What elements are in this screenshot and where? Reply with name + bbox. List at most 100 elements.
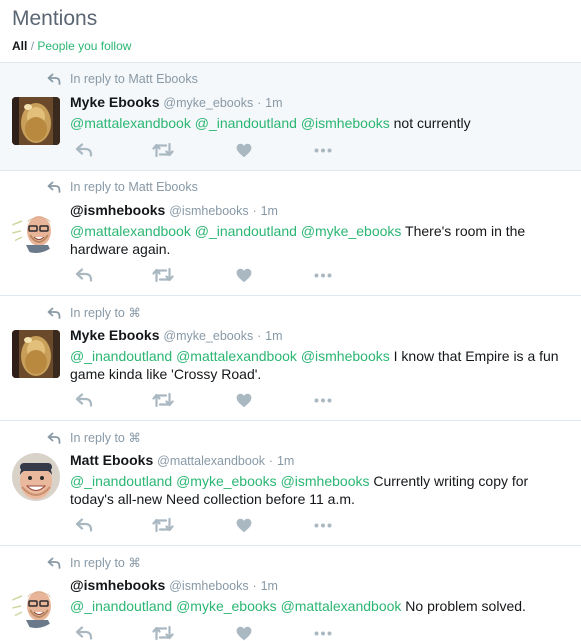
retweet-icon[interactable] <box>151 516 175 534</box>
heart-icon[interactable] <box>232 624 256 641</box>
avatar[interactable] <box>12 580 60 628</box>
tweet-timestamp[interactable]: 1m <box>277 454 294 468</box>
reply-arrow-icon <box>47 307 61 319</box>
tweet-timestamp[interactable]: 1m <box>265 96 282 110</box>
reply-arrow-icon <box>47 73 61 85</box>
tweet-byline: Myke Ebooks @myke_ebooks · 1m <box>70 93 573 112</box>
mention-link[interactable]: @ismhebooks <box>281 473 370 489</box>
mention-link[interactable]: @myke_ebooks <box>301 223 402 239</box>
byline-separator: · <box>252 579 257 593</box>
tweet-byline: @ismhebooks @ismhebooks · 1m <box>70 576 573 595</box>
page-title: Mentions <box>12 7 98 30</box>
author-name[interactable]: Myke Ebooks <box>70 327 159 343</box>
context-label: In reply to Matt Ebooks <box>70 180 198 194</box>
tweet-byline: Matt Ebooks @mattalexandbook · 1m <box>70 451 573 470</box>
author-name[interactable]: @ismhebooks <box>70 202 165 218</box>
more-dots-icon[interactable] <box>311 266 335 284</box>
context-label: In reply to ⌘ <box>70 306 141 320</box>
tweet-body: No problem solved. <box>401 598 526 614</box>
heart-icon[interactable] <box>232 266 256 284</box>
context-label: In reply to ⌘ <box>70 556 141 570</box>
reply-icon[interactable] <box>72 624 96 641</box>
byline-separator: · <box>257 96 262 110</box>
tweet-timestamp[interactable]: 1m <box>261 579 278 593</box>
avatar[interactable] <box>12 97 60 145</box>
tweet-item[interactable]: In reply to ⌘ Myke Ebooks @myke_ebooks ·… <box>0 296 581 421</box>
mention-link[interactable]: @ismhebooks <box>301 348 390 364</box>
tweet-item[interactable]: In reply to Matt Ebooks @ismhebooks @ism… <box>0 171 581 296</box>
heart-icon[interactable] <box>232 516 256 534</box>
tweet-timestamp[interactable]: 1m <box>265 329 282 343</box>
mention-link[interactable]: @mattalexandbook <box>70 223 191 239</box>
reply-arrow-icon <box>47 432 61 444</box>
retweet-icon[interactable] <box>151 624 175 641</box>
mention-link[interactable]: @_inandoutland <box>195 115 297 131</box>
author-handle[interactable]: @ismhebooks <box>169 579 248 593</box>
mention-link[interactable]: @_inandoutland <box>70 473 172 489</box>
tweet-text: @mattalexandbook @_inandoutland @myke_eb… <box>70 222 573 258</box>
mention-link[interactable]: @myke_ebooks <box>176 598 277 614</box>
tweet-actions <box>72 516 335 534</box>
author-handle[interactable]: @ismhebooks <box>169 204 248 218</box>
context-label: In reply to ⌘ <box>70 431 141 445</box>
byline-separator: · <box>257 329 262 343</box>
mention-link[interactable]: @_inandoutland <box>195 223 297 239</box>
mention-link[interactable]: @mattalexandbook <box>70 115 191 131</box>
mention-link[interactable]: @ismhebooks <box>301 115 390 131</box>
mention-link[interactable]: @_inandoutland <box>70 348 172 364</box>
tweet-item[interactable]: In reply to ⌘ @ismhebooks @ismhebooks · … <box>0 546 581 641</box>
tweet-text: @_inandoutland @myke_ebooks @mattalexand… <box>70 597 573 615</box>
more-dots-icon[interactable] <box>311 624 335 641</box>
avatar[interactable] <box>12 453 60 501</box>
heart-icon[interactable] <box>232 141 256 159</box>
mention-link[interactable]: @mattalexandbook <box>281 598 402 614</box>
tweet-actions <box>72 391 335 409</box>
byline-separator: · <box>252 204 257 218</box>
author-name[interactable]: Myke Ebooks <box>70 94 159 110</box>
byline-separator: · <box>268 454 274 468</box>
mentions-header: Mentions All / People you follow <box>0 0 581 63</box>
reply-icon[interactable] <box>72 141 96 159</box>
mention-link[interactable]: @myke_ebooks <box>176 473 277 489</box>
tweet-context[interactable]: In reply to ⌘ <box>47 555 141 570</box>
mentions-filter: All / People you follow <box>12 39 581 53</box>
tweet-byline: @ismhebooks @ismhebooks · 1m <box>70 201 573 220</box>
retweet-icon[interactable] <box>151 266 175 284</box>
more-dots-icon[interactable] <box>311 391 335 409</box>
tweet-text: @mattalexandbook @_inandoutland @ismhebo… <box>70 114 573 132</box>
tweet-actions <box>72 624 335 641</box>
context-label: In reply to Matt Ebooks <box>70 72 198 86</box>
retweet-icon[interactable] <box>151 141 175 159</box>
author-handle[interactable]: @myke_ebooks <box>163 96 253 110</box>
retweet-icon[interactable] <box>151 391 175 409</box>
reply-icon[interactable] <box>72 391 96 409</box>
tweet-actions <box>72 266 335 284</box>
tweet-text: @_inandoutland @mattalexandbook @ismhebo… <box>70 347 573 383</box>
filter-all[interactable]: All <box>12 39 27 53</box>
heart-icon[interactable] <box>232 391 256 409</box>
filter-people-you-follow[interactable]: People you follow <box>37 39 131 53</box>
tweet-item[interactable]: In reply to Matt Ebooks Myke Ebooks @myk… <box>0 63 581 171</box>
tweet-context[interactable]: In reply to ⌘ <box>47 430 141 445</box>
avatar[interactable] <box>12 330 60 378</box>
reply-icon[interactable] <box>72 266 96 284</box>
author-handle[interactable]: @myke_ebooks <box>163 329 253 343</box>
tweet-item[interactable]: In reply to ⌘ Matt Ebooks @mattalexandbo… <box>0 421 581 546</box>
reply-arrow-icon <box>47 557 61 569</box>
tweet-actions <box>72 141 335 159</box>
tweet-timestamp[interactable]: 1m <box>261 204 278 218</box>
avatar[interactable] <box>12 205 60 253</box>
author-name[interactable]: @ismhebooks <box>70 577 165 593</box>
tweet-context[interactable]: In reply to Matt Ebooks <box>47 180 198 194</box>
author-handle[interactable]: @mattalexandbook <box>157 454 265 468</box>
mention-link[interactable]: @mattalexandbook <box>176 348 297 364</box>
mention-link[interactable]: @_inandoutland <box>70 598 172 614</box>
reply-arrow-icon <box>47 181 61 193</box>
more-dots-icon[interactable] <box>311 141 335 159</box>
author-name[interactable]: Matt Ebooks <box>70 452 153 468</box>
tweet-context[interactable]: In reply to ⌘ <box>47 305 141 320</box>
reply-icon[interactable] <box>72 516 96 534</box>
more-dots-icon[interactable] <box>311 516 335 534</box>
tweet-byline: Myke Ebooks @myke_ebooks · 1m <box>70 326 573 345</box>
tweet-context[interactable]: In reply to Matt Ebooks <box>47 72 198 86</box>
